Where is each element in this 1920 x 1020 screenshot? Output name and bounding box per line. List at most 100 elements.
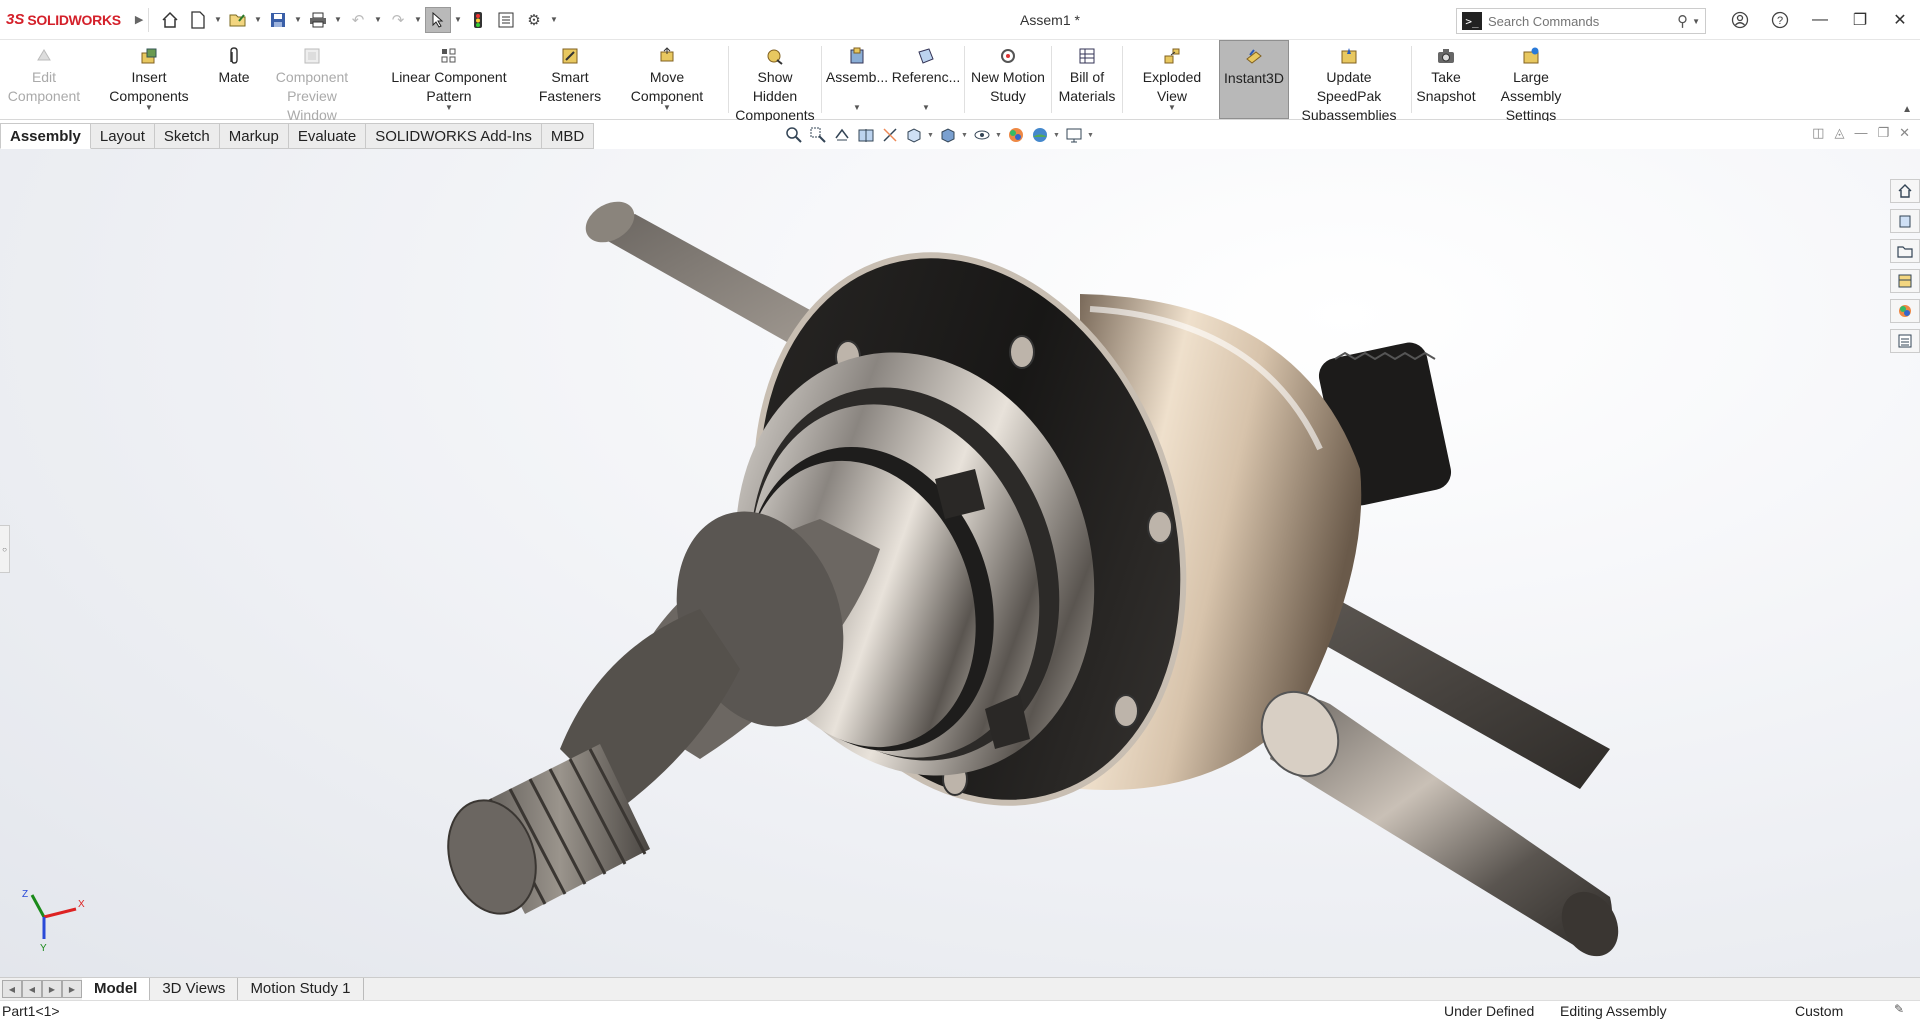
rebuild-icon[interactable]: [465, 7, 491, 33]
tab-model[interactable]: Model: [82, 978, 151, 1000]
options-gear-icon[interactable]: ⚙: [521, 7, 547, 33]
zoom-to-area-icon[interactable]: [807, 124, 829, 146]
collapse-ribbon-icon[interactable]: ▲: [1902, 104, 1912, 115]
appearances-scenes-icon[interactable]: [1890, 299, 1920, 323]
view-palette-icon[interactable]: [1890, 269, 1920, 293]
new-motion-study-button[interactable]: New Motion Study: [967, 40, 1049, 119]
view-settings-icon[interactable]: [1063, 124, 1085, 146]
tab-solidworks-add-ins[interactable]: SOLIDWORKS Add-Ins: [366, 123, 542, 149]
apply-scene-dropdown-icon[interactable]: ▼: [1053, 132, 1061, 139]
file-properties-icon[interactable]: [493, 7, 519, 33]
zoom-to-fit-icon[interactable]: [783, 124, 805, 146]
search-commands-box[interactable]: >_ ⚲ ▼: [1456, 8, 1706, 34]
update-speedpak-button[interactable]: Update SpeedPak Subassemblies: [1289, 40, 1409, 123]
tab-evaluate[interactable]: Evaluate: [288, 123, 367, 149]
viewport-minimize-icon[interactable]: —: [1854, 125, 1867, 141]
large-assembly-settings-button[interactable]: Large Assembly Settings: [1478, 40, 1584, 123]
select-dropdown-icon[interactable]: ▼: [453, 15, 463, 24]
solidworks-logo[interactable]: 3S SOLIDWORKS ▶: [0, 11, 143, 28]
prev-tab-icon[interactable]: ◀: [22, 980, 42, 998]
bill-of-materials-button[interactable]: Bill of Materials: [1054, 40, 1120, 119]
linear-pattern-dropdown-icon[interactable]: ▼: [445, 98, 453, 117]
user-account-icon[interactable]: [1720, 0, 1760, 40]
design-library-icon[interactable]: [1890, 209, 1920, 233]
hide-show-items-icon[interactable]: [971, 124, 993, 146]
reference-geometry-dropdown-icon[interactable]: ▼: [922, 98, 930, 117]
section-view-icon[interactable]: [855, 124, 877, 146]
tab-layout[interactable]: Layout: [90, 123, 155, 149]
tab-3d-views[interactable]: 3D Views: [150, 978, 239, 1000]
open-folder-icon[interactable]: [225, 7, 251, 33]
smart-fasteners-button[interactable]: Smart Fasteners: [532, 40, 608, 119]
help-icon[interactable]: ?: [1760, 0, 1800, 40]
edit-component-button[interactable]: Edit Component: [0, 40, 88, 119]
move-component-button[interactable]: Move Component ▼: [608, 40, 726, 119]
file-explorer-icon[interactable]: [1890, 239, 1920, 263]
restore-icon[interactable]: ❐: [1840, 0, 1880, 40]
minimize-icon[interactable]: —: [1800, 0, 1840, 40]
solidworks-resources-icon[interactable]: [1890, 179, 1920, 203]
tab-assembly[interactable]: Assembly: [0, 123, 91, 149]
viewport-close-icon[interactable]: ✕: [1899, 125, 1910, 141]
component-preview-button[interactable]: Component Preview Window: [258, 40, 366, 123]
assembly-features-button[interactable]: Assemb... ▼: [824, 40, 890, 119]
previous-view-icon[interactable]: [831, 124, 853, 146]
show-hidden-components-button[interactable]: Show Hidden Components: [731, 40, 819, 123]
exploded-view-button[interactable]: Exploded View ▼: [1125, 40, 1219, 119]
tab-markup[interactable]: Markup: [219, 123, 289, 149]
take-snapshot-button[interactable]: Take Snapshot: [1414, 40, 1478, 119]
open-dropdown-icon[interactable]: ▼: [253, 15, 263, 24]
linear-pattern-button[interactable]: Linear Component Pattern ▼: [366, 40, 532, 119]
feature-tree-expand-handle[interactable]: ○: [0, 525, 10, 573]
tile-left-icon[interactable]: ◫: [1812, 125, 1824, 141]
graphics-area[interactable]: ○ Z X Y: [0, 149, 1920, 977]
save-dropdown-icon[interactable]: ▼: [293, 15, 303, 24]
exploded-view-dropdown-icon[interactable]: ▼: [1168, 98, 1176, 117]
first-tab-icon[interactable]: ◀: [2, 980, 22, 998]
assembly-features-dropdown-icon[interactable]: ▼: [853, 98, 861, 117]
view-orientation-dropdown-icon[interactable]: ▼: [927, 132, 935, 139]
edit-appearance-icon[interactable]: [1005, 124, 1027, 146]
move-component-dropdown-icon[interactable]: ▼: [663, 98, 671, 117]
undo-dropdown-icon[interactable]: ▼: [373, 15, 383, 24]
print-dropdown-icon[interactable]: ▼: [333, 15, 343, 24]
redo-icon[interactable]: ↷: [385, 7, 411, 33]
insert-components-dropdown-icon[interactable]: ▼: [145, 98, 153, 117]
redo-dropdown-icon[interactable]: ▼: [413, 15, 423, 24]
tab-motion-study-1[interactable]: Motion Study 1: [238, 978, 364, 1000]
view-orientation-icon[interactable]: [903, 124, 925, 146]
next-tab-icon[interactable]: ▶: [42, 980, 62, 998]
home-icon[interactable]: [157, 7, 183, 33]
last-tab-icon[interactable]: ▶: [62, 980, 82, 998]
save-icon[interactable]: [265, 7, 291, 33]
mate-button[interactable]: Mate: [210, 40, 258, 119]
instant3d-button[interactable]: Instant3D: [1219, 40, 1289, 119]
tile-right-icon[interactable]: ◬: [1834, 125, 1844, 141]
options-dropdown-icon[interactable]: ▼: [549, 15, 559, 24]
customize-status-icon[interactable]: ✎: [1894, 1002, 1904, 1016]
unit-system-selector[interactable]: Custom: [1795, 1003, 1843, 1019]
menu-expand-icon[interactable]: ▶: [135, 13, 143, 26]
viewport-restore-icon[interactable]: ❐: [1877, 125, 1889, 141]
select-cursor-icon[interactable]: [425, 6, 451, 33]
new-dropdown-icon[interactable]: ▼: [213, 15, 223, 24]
hide-show-dropdown-icon[interactable]: ▼: [995, 132, 1003, 139]
new-document-icon[interactable]: [185, 7, 211, 33]
display-style-dropdown-icon[interactable]: ▼: [961, 132, 969, 139]
insert-components-button[interactable]: Insert Components ▼: [88, 40, 210, 119]
view-settings-dropdown-icon[interactable]: ▼: [1087, 132, 1095, 139]
close-icon[interactable]: ✕: [1880, 0, 1920, 40]
reference-geometry-button[interactable]: Referenc... ▼: [890, 40, 962, 119]
search-dropdown-icon[interactable]: ▼: [1692, 17, 1700, 26]
assembly-3d-model[interactable]: [0, 149, 1920, 977]
tab-sketch[interactable]: Sketch: [154, 123, 220, 149]
search-input[interactable]: [1488, 13, 1678, 29]
display-style-icon[interactable]: [937, 124, 959, 146]
dynamic-annotation-icon[interactable]: [879, 124, 901, 146]
tab-mbd[interactable]: MBD: [541, 123, 595, 149]
custom-properties-icon[interactable]: [1890, 329, 1920, 353]
search-icon[interactable]: ⚲: [1677, 12, 1688, 30]
print-icon[interactable]: [305, 7, 331, 33]
apply-scene-icon[interactable]: [1029, 124, 1051, 146]
undo-icon[interactable]: ↶: [345, 7, 371, 33]
